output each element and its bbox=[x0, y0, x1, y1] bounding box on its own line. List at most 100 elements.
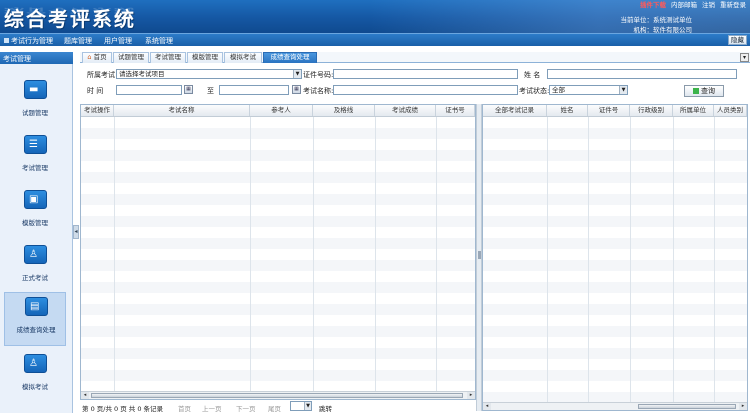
column-header[interactable]: 所属单位 bbox=[673, 105, 714, 116]
query-icon bbox=[693, 88, 699, 94]
grid-divider bbox=[114, 117, 115, 391]
grid-body bbox=[81, 117, 475, 391]
prev-page-link[interactable]: 上一页 bbox=[202, 403, 222, 413]
menu-bullet-icon bbox=[4, 38, 9, 43]
exam-select[interactable]: 请选择考试项目 ▼ bbox=[116, 69, 302, 79]
sidebar-collapse-handle[interactable]: ◂ bbox=[73, 225, 79, 239]
last-page-link[interactable]: 尾页 bbox=[268, 403, 281, 413]
tab-template-management[interactable]: 模版管理 bbox=[187, 52, 223, 63]
logout-link[interactable]: 注销 bbox=[702, 0, 715, 9]
tab-home[interactable]: ⌂ 首页 bbox=[82, 52, 112, 63]
page-select[interactable]: ▼ bbox=[290, 401, 312, 411]
tab-question-management[interactable]: 试题管理 bbox=[113, 52, 149, 63]
relogin-link[interactable]: 重新登录 bbox=[720, 0, 746, 9]
splitter-grip-icon bbox=[478, 251, 481, 259]
tab-mock-exam[interactable]: 模拟考试 bbox=[224, 52, 262, 63]
top-links: 插件下载 内部邮箱 注销 重新登录 bbox=[640, 0, 746, 9]
time-label: 时 间 bbox=[87, 87, 104, 95]
hide-button[interactable]: 隐藏 bbox=[728, 35, 747, 45]
scroll-left-icon[interactable]: ◂ bbox=[81, 392, 89, 399]
next-page-link[interactable]: 下一页 bbox=[236, 403, 256, 413]
tab-bar: ⌂ 首页 试题管理 考试管理 模版管理 模拟考试 成绩查询处理 ▾ bbox=[80, 52, 750, 63]
sidebar-item-question-management[interactable]: ▬ 试题管理 bbox=[4, 76, 66, 130]
exam-select-value: 请选择考试项目 bbox=[119, 70, 165, 78]
sidebar-item-exam-management[interactable]: ☰ 考试管理 bbox=[4, 131, 66, 185]
cert-number-input[interactable] bbox=[333, 69, 518, 79]
score-icon: ▤ bbox=[25, 297, 48, 316]
grid-divider bbox=[547, 117, 548, 402]
column-header[interactable]: 考试成绩 bbox=[375, 105, 436, 116]
menu-item-system-management[interactable]: 系统管理 bbox=[145, 36, 173, 46]
exam-label: 所属考试 bbox=[87, 71, 115, 79]
column-header[interactable]: 全部考试记录 bbox=[483, 105, 547, 116]
tab-exam-management[interactable]: 考试管理 bbox=[150, 52, 186, 63]
sidebar-item-score-query[interactable]: ▤ 成绩查询处理 bbox=[4, 292, 66, 346]
name-input[interactable] bbox=[547, 69, 737, 79]
exam-name-label: 考试名称: bbox=[303, 87, 334, 95]
start-date-input[interactable] bbox=[116, 85, 182, 95]
mailbox-link[interactable]: 内部邮箱 bbox=[671, 0, 697, 9]
column-header[interactable]: 证书号 bbox=[436, 105, 475, 116]
practice-icon: ♙ bbox=[24, 354, 47, 373]
exam-name-input[interactable] bbox=[333, 85, 518, 95]
grid-divider bbox=[630, 117, 631, 402]
column-header[interactable]: 考试操作 bbox=[81, 105, 114, 116]
template-icon: ▣ bbox=[24, 190, 47, 209]
grid-header: 全部考试记录 姓名 证件号 行政级别 所属单位 人员类别 bbox=[483, 105, 747, 117]
column-header[interactable]: 姓名 bbox=[547, 105, 588, 116]
sidebar-item-label: 正式考试 bbox=[22, 274, 48, 282]
plugin-download-link[interactable]: 插件下载 bbox=[640, 0, 666, 9]
scrollbar-thumb[interactable] bbox=[638, 404, 736, 409]
sidebar-item-label: 试题管理 bbox=[22, 109, 48, 117]
end-date-input[interactable] bbox=[219, 85, 289, 95]
sidebar-item-mock-exam[interactable]: ♙ 模拟考试 bbox=[4, 350, 66, 404]
app-title-reflection: 综合考评系统 bbox=[4, 6, 136, 18]
query-button[interactable]: 查询 bbox=[684, 85, 724, 97]
column-header[interactable]: 考试名称 bbox=[114, 105, 250, 116]
calendar-icon[interactable]: ▦ bbox=[292, 85, 301, 94]
grid-divider bbox=[673, 117, 674, 402]
scroll-left-icon[interactable]: ◂ bbox=[483, 403, 491, 410]
horizontal-scrollbar[interactable]: ◂ ▸ bbox=[483, 402, 747, 410]
to-label: 至 bbox=[207, 87, 214, 95]
name-label: 姓 名 bbox=[524, 71, 541, 79]
calendar-icon[interactable]: ▦ bbox=[184, 85, 193, 94]
scroll-right-icon[interactable]: ▸ bbox=[739, 403, 747, 410]
grid-divider bbox=[714, 117, 715, 402]
exam-status-select[interactable]: 全部 ▼ bbox=[549, 85, 628, 95]
organization-label: 机构：软件有限公司 bbox=[633, 26, 693, 33]
sidebar-item-label: 成绩查询处理 bbox=[16, 326, 56, 334]
exam-status-label: 考试状态: bbox=[519, 87, 550, 95]
column-header[interactable]: 参考人 bbox=[250, 105, 313, 116]
grid-divider bbox=[250, 117, 251, 391]
sidebar-item-formal-exam[interactable]: ♙ 正式考试 bbox=[4, 241, 66, 295]
grid-divider bbox=[436, 117, 437, 391]
chevron-down-icon: ▼ bbox=[293, 70, 301, 78]
tab-score-query[interactable]: 成绩查询处理 bbox=[263, 52, 317, 63]
grid-divider bbox=[588, 117, 589, 402]
column-header[interactable]: 人员类别 bbox=[714, 105, 747, 116]
scrollbar-thumb[interactable] bbox=[91, 393, 463, 398]
sidebar-item-label: 模拟考试 bbox=[22, 383, 48, 391]
horizontal-scrollbar[interactable]: ◂ ▸ bbox=[81, 391, 475, 399]
column-header[interactable]: 行政级别 bbox=[630, 105, 673, 116]
column-header[interactable]: 及格线 bbox=[313, 105, 375, 116]
column-header[interactable]: 证件号 bbox=[588, 105, 630, 116]
menu-item-exam-behavior[interactable]: 考试行为管理 bbox=[4, 36, 53, 46]
pagination-bar: 第 0 页/共 0 页 共 0 条记录 首页 上一页 下一页 尾页 ▼ 跳转 bbox=[80, 400, 476, 413]
grid-divider bbox=[313, 117, 314, 391]
grid-divider bbox=[375, 117, 376, 391]
sidebar-item-template-management[interactable]: ▣ 模版管理 bbox=[4, 186, 66, 240]
menu-item-user-management[interactable]: 用户管理 bbox=[104, 36, 132, 46]
exam-icon: ♙ bbox=[24, 245, 47, 264]
book-icon: ▬ bbox=[24, 80, 47, 99]
exam-results-grid: 考试操作 考试名称 参考人 及格线 考试成绩 证书号 ◂ ▸ bbox=[80, 104, 476, 400]
cert-number-label: 证件号码: bbox=[303, 71, 334, 79]
page-info: 第 0 页/共 0 页 共 0 条记录 bbox=[82, 405, 164, 413]
menu-item-question-bank[interactable]: 题库管理 bbox=[64, 36, 92, 46]
exam-status-value: 全部 bbox=[552, 86, 565, 94]
scroll-right-icon[interactable]: ▸ bbox=[467, 392, 475, 399]
tab-list-dropdown[interactable]: ▾ bbox=[740, 53, 749, 62]
first-page-link[interactable]: 首页 bbox=[178, 403, 191, 413]
goto-page-button[interactable]: 跳转 bbox=[319, 403, 332, 413]
